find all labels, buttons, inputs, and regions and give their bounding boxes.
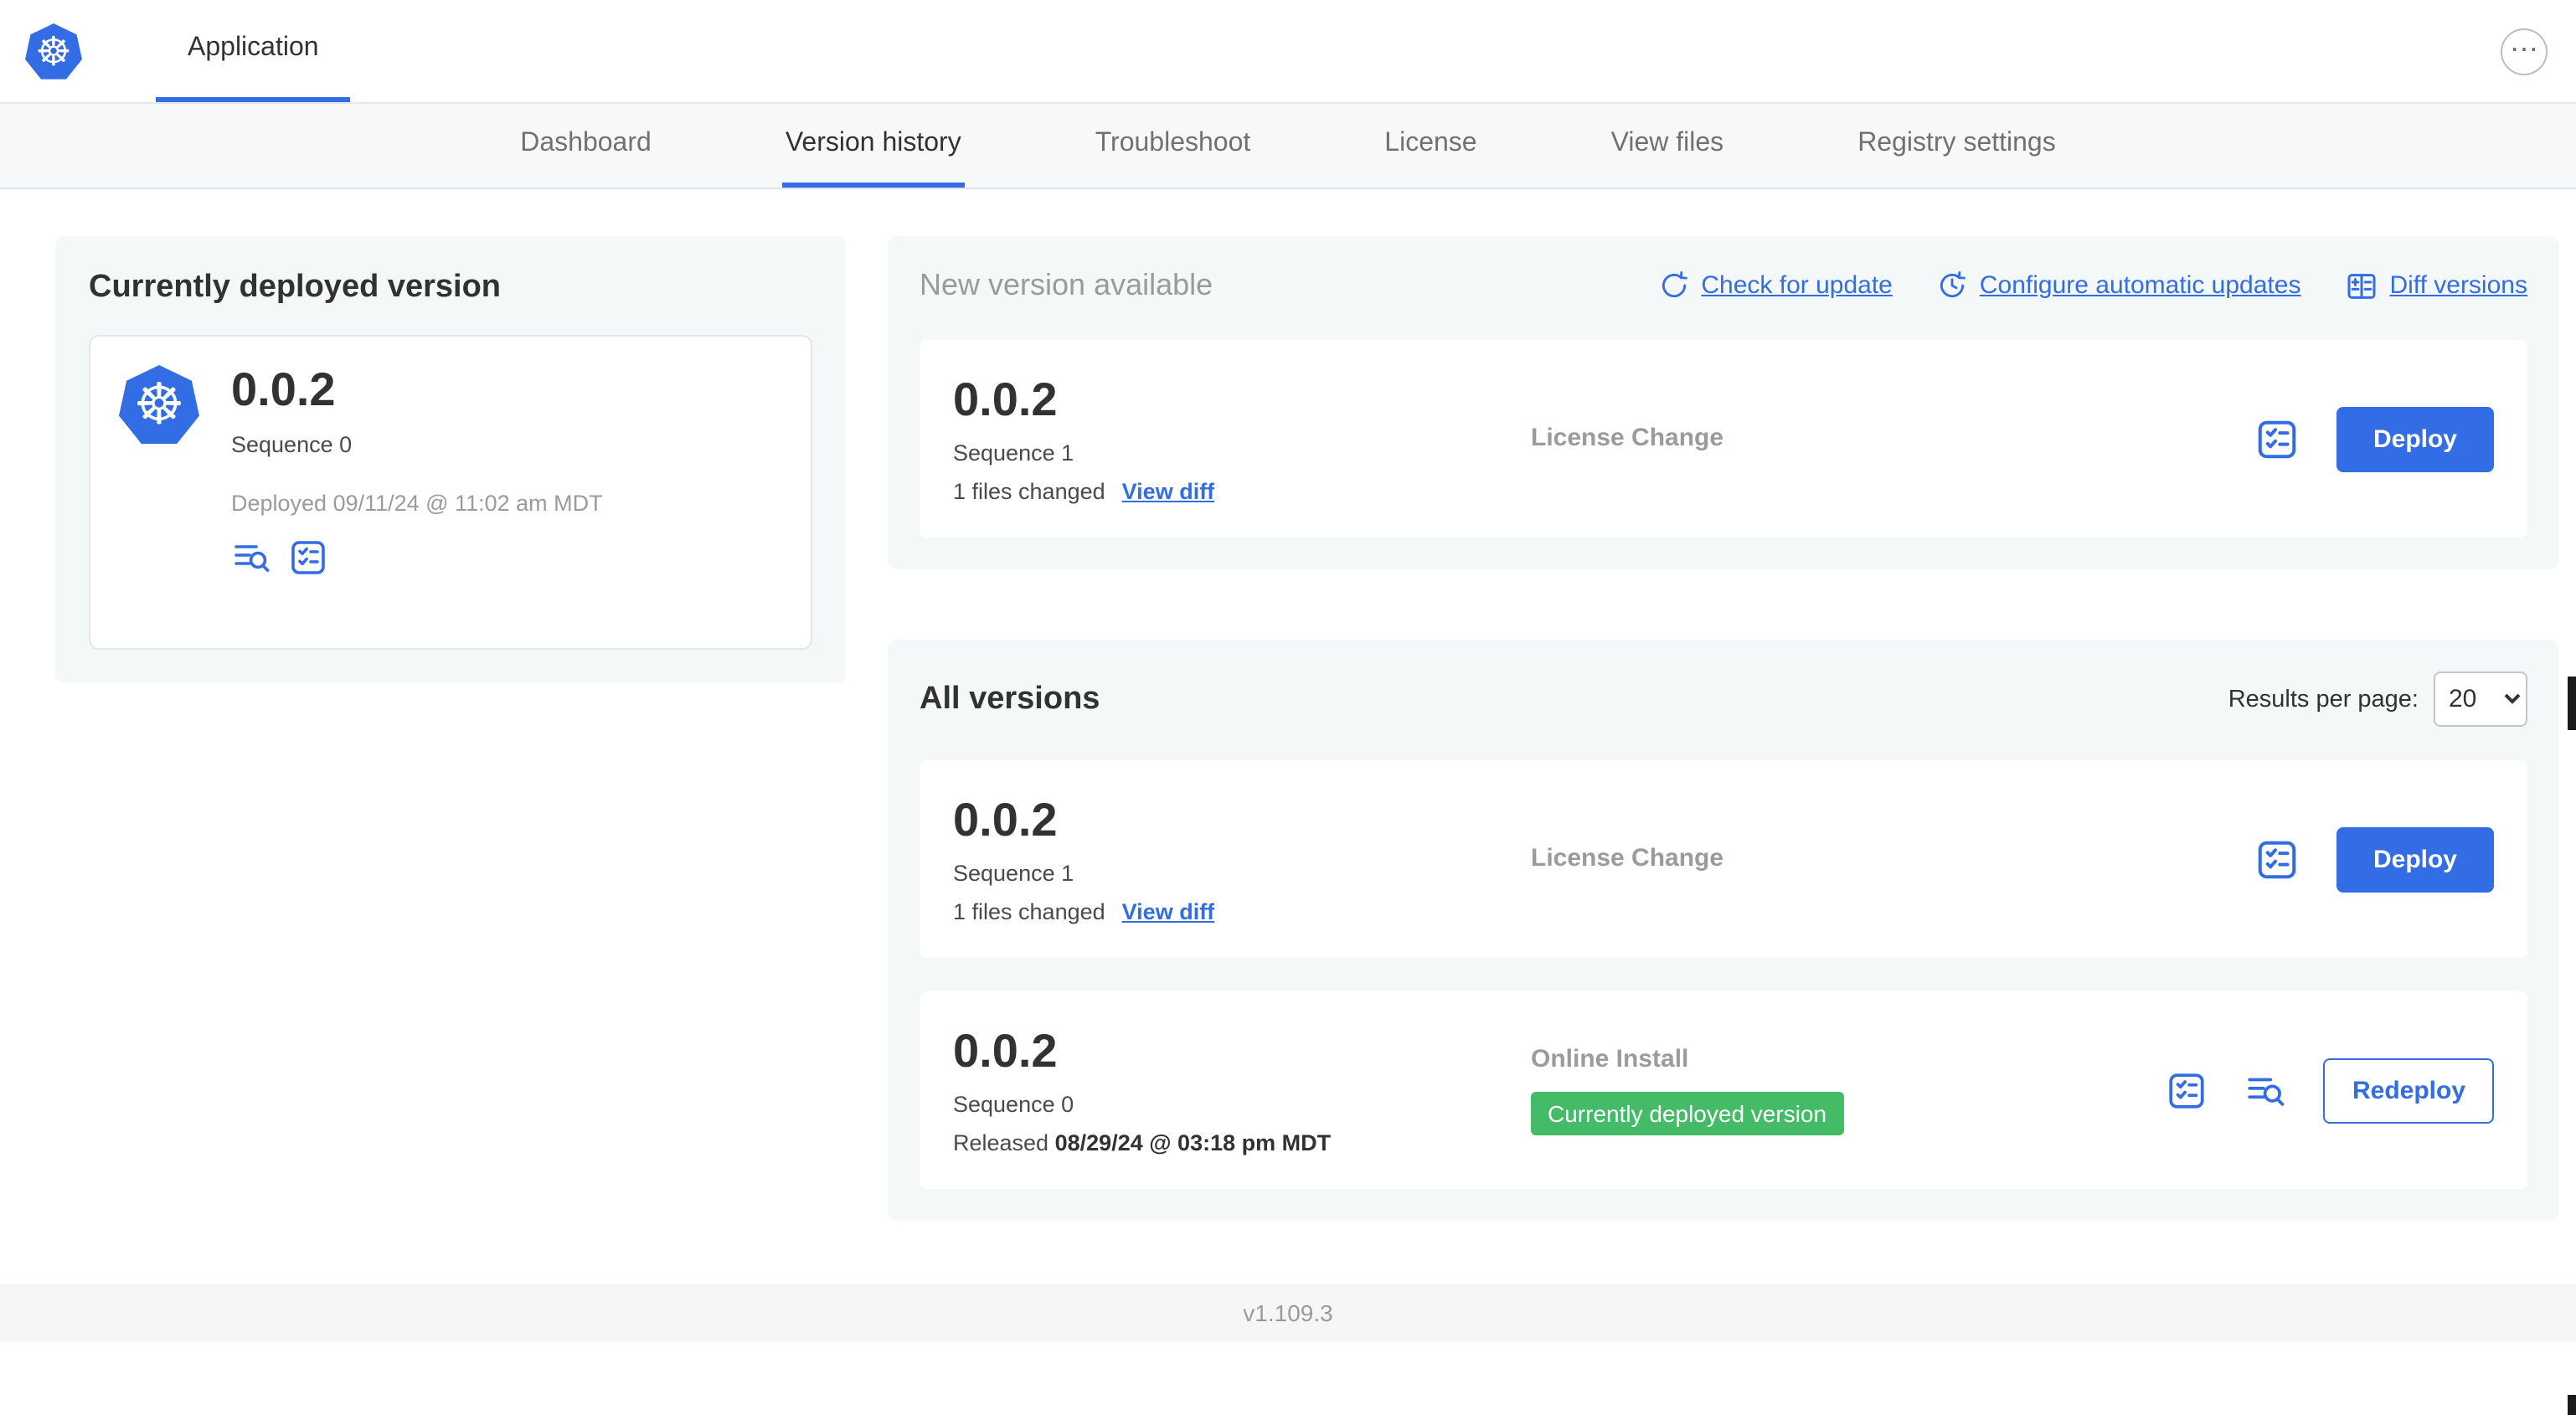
- all-versions-card: All versions Results per page: 20 0.0.2 …: [888, 640, 2559, 1221]
- kubernetes-app-icon: ☸: [119, 365, 199, 445]
- tab-license[interactable]: License: [1381, 104, 1480, 188]
- logs-magnifier-icon: [2249, 1077, 2285, 1105]
- released-date: 08/29/24 @ 03:18 pm MDT: [1054, 1129, 1332, 1155]
- kubernetes-logo-icon: ☸: [25, 23, 82, 80]
- files-changed-line: 1 files changed View diff: [953, 898, 1531, 924]
- tab-version-history[interactable]: Version history: [781, 104, 965, 188]
- currently-deployed-card: Currently deployed version ☸ 0.0.2 Seque…: [55, 236, 846, 683]
- preflight-checks-button[interactable]: [288, 538, 328, 578]
- version-source: Online Install Currently deployed versio…: [1531, 1045, 2166, 1135]
- version-actions: Redeploy: [2166, 1057, 2494, 1123]
- version-row: 0.0.2 Sequence 0 Released 08/29/24 @ 03:…: [920, 991, 2527, 1189]
- new-version-actions: Check for update Configure automatic upd…: [1657, 269, 2527, 302]
- files-changed-count: 1 files changed: [953, 898, 1105, 924]
- version-sequence: Sequence 1: [953, 860, 1074, 886]
- view-diff-link[interactable]: View diff: [1122, 898, 1215, 924]
- view-diff-link[interactable]: View diff: [1122, 478, 1215, 503]
- right-column: New version available Check for update C…: [888, 236, 2559, 1221]
- main-content: Currently deployed version ☸ 0.0.2 Seque…: [0, 189, 2576, 1221]
- configure-automatic-updates-link[interactable]: Configure automatic updates: [1936, 270, 2300, 301]
- checklist-icon: [2258, 840, 2296, 878]
- version-info: 0.0.2 Sequence 0 Released 08/29/24 @ 03:…: [953, 1026, 1531, 1155]
- scrollbar-thumb[interactable]: [2568, 1395, 2576, 1415]
- kubernetes-wheel-glyph: ☸: [35, 28, 72, 75]
- files-changed-count: 1 files changed: [953, 478, 1105, 504]
- preflight-checks-button[interactable]: [2166, 1069, 2208, 1111]
- current-version-details: 0.0.2 Sequence 0 Deployed 09/11/24 @ 11:…: [231, 363, 603, 620]
- app-footer: v1.109.3: [0, 1284, 2576, 1341]
- kubernetes-wheel-glyph: ☸: [133, 372, 185, 439]
- app-version-label: v1.109.3: [1243, 1299, 1333, 1326]
- more-options-button[interactable]: ⋯: [2501, 28, 2548, 75]
- current-version-deployed-at: Deployed 09/11/24 @ 11:02 am MDT: [231, 490, 603, 516]
- app-header: ☸ Application ⋯: [0, 0, 2576, 104]
- tab-application[interactable]: Application: [156, 0, 351, 102]
- tab-troubleshoot[interactable]: Troubleshoot: [1092, 104, 1255, 188]
- version-sequence: Sequence 0: [953, 1091, 1074, 1117]
- current-version-number: 0.0.2: [231, 363, 336, 415]
- preflight-checks-button[interactable]: [2254, 836, 2300, 882]
- refresh-icon: [1662, 271, 1687, 298]
- results-per-page: Results per page: 20: [2228, 671, 2527, 727]
- page-nav: Dashboard Version history Troubleshoot L…: [0, 104, 2576, 189]
- clock-refresh-icon: [1940, 271, 1965, 298]
- version-source: License Change: [1531, 424, 1724, 452]
- new-version-row: 0.0.2 Sequence 1 1 files changed View di…: [920, 340, 2527, 538]
- files-changed-line: 1 files changed View diff: [953, 478, 1531, 503]
- version-info: 0.0.2 Sequence 1 1 files changed View di…: [953, 795, 1531, 924]
- app-title: Application: [188, 33, 319, 62]
- current-version-sequence: Sequence 0: [231, 431, 353, 457]
- checklist-icon: [2170, 1073, 2205, 1108]
- current-version-box: ☸ 0.0.2 Sequence 0 Deployed 09/11/24 @ 1…: [89, 335, 812, 650]
- scrollbar-thumb[interactable]: [2568, 677, 2576, 730]
- version-info: 0.0.2 Sequence 1 1 files changed View di…: [953, 374, 1531, 503]
- diff-table-icon: [2347, 273, 2375, 298]
- checklist-icon: [2258, 419, 2296, 458]
- results-per-page-select[interactable]: 20: [2434, 671, 2527, 727]
- checklist-icon: [291, 540, 325, 574]
- version-actions: Deploy: [2254, 406, 2494, 471]
- check-for-update-link[interactable]: Check for update: [1657, 270, 1893, 301]
- currently-deployed-badge: Currently deployed version: [1531, 1092, 1844, 1135]
- tab-dashboard[interactable]: Dashboard: [517, 104, 655, 188]
- currently-deployed-heading: Currently deployed version: [89, 270, 502, 305]
- results-per-page-label: Results per page:: [2228, 686, 2419, 713]
- current-version-actions: [231, 538, 603, 578]
- preflight-checks-button[interactable]: [2254, 416, 2300, 461]
- version-number: 0.0.2: [953, 373, 1058, 426]
- page: ☸ Application ⋯ Dashboard Version histor…: [0, 0, 2576, 1415]
- tab-view-files[interactable]: View files: [1608, 104, 1728, 188]
- ellipsis-icon: ⋯: [2510, 33, 2538, 65]
- view-logs-button[interactable]: [231, 538, 271, 578]
- deploy-button[interactable]: Deploy: [2336, 826, 2494, 892]
- version-number: 0.0.2: [953, 794, 1058, 846]
- version-sequence: Sequence 1: [953, 440, 1074, 466]
- deploy-button[interactable]: Deploy: [2336, 406, 2494, 471]
- released-label: Released: [953, 1129, 1049, 1155]
- new-version-card: New version available Check for update C…: [888, 236, 2559, 569]
- all-versions-heading: All versions: [920, 681, 1100, 716]
- version-source: License Change: [1531, 844, 1724, 872]
- tab-registry-settings[interactable]: Registry settings: [1854, 104, 2059, 188]
- version-number: 0.0.2: [953, 1025, 1058, 1078]
- logs-magnifier-icon: [234, 544, 270, 572]
- all-versions-header: All versions Results per page: 20: [920, 671, 2527, 727]
- view-logs-button[interactable]: [2245, 1069, 2287, 1111]
- released-line: Released 08/29/24 @ 03:18 pm MDT: [953, 1129, 1531, 1155]
- version-actions: Deploy: [2254, 826, 2494, 892]
- new-version-header: New version available Check for update C…: [920, 268, 2527, 303]
- version-row: 0.0.2 Sequence 1 1 files changed View di…: [920, 760, 2527, 958]
- redeploy-button[interactable]: Redeploy: [2323, 1057, 2494, 1123]
- diff-versions-link[interactable]: Diff versions: [2344, 269, 2527, 302]
- new-version-heading: New version available: [920, 268, 1213, 301]
